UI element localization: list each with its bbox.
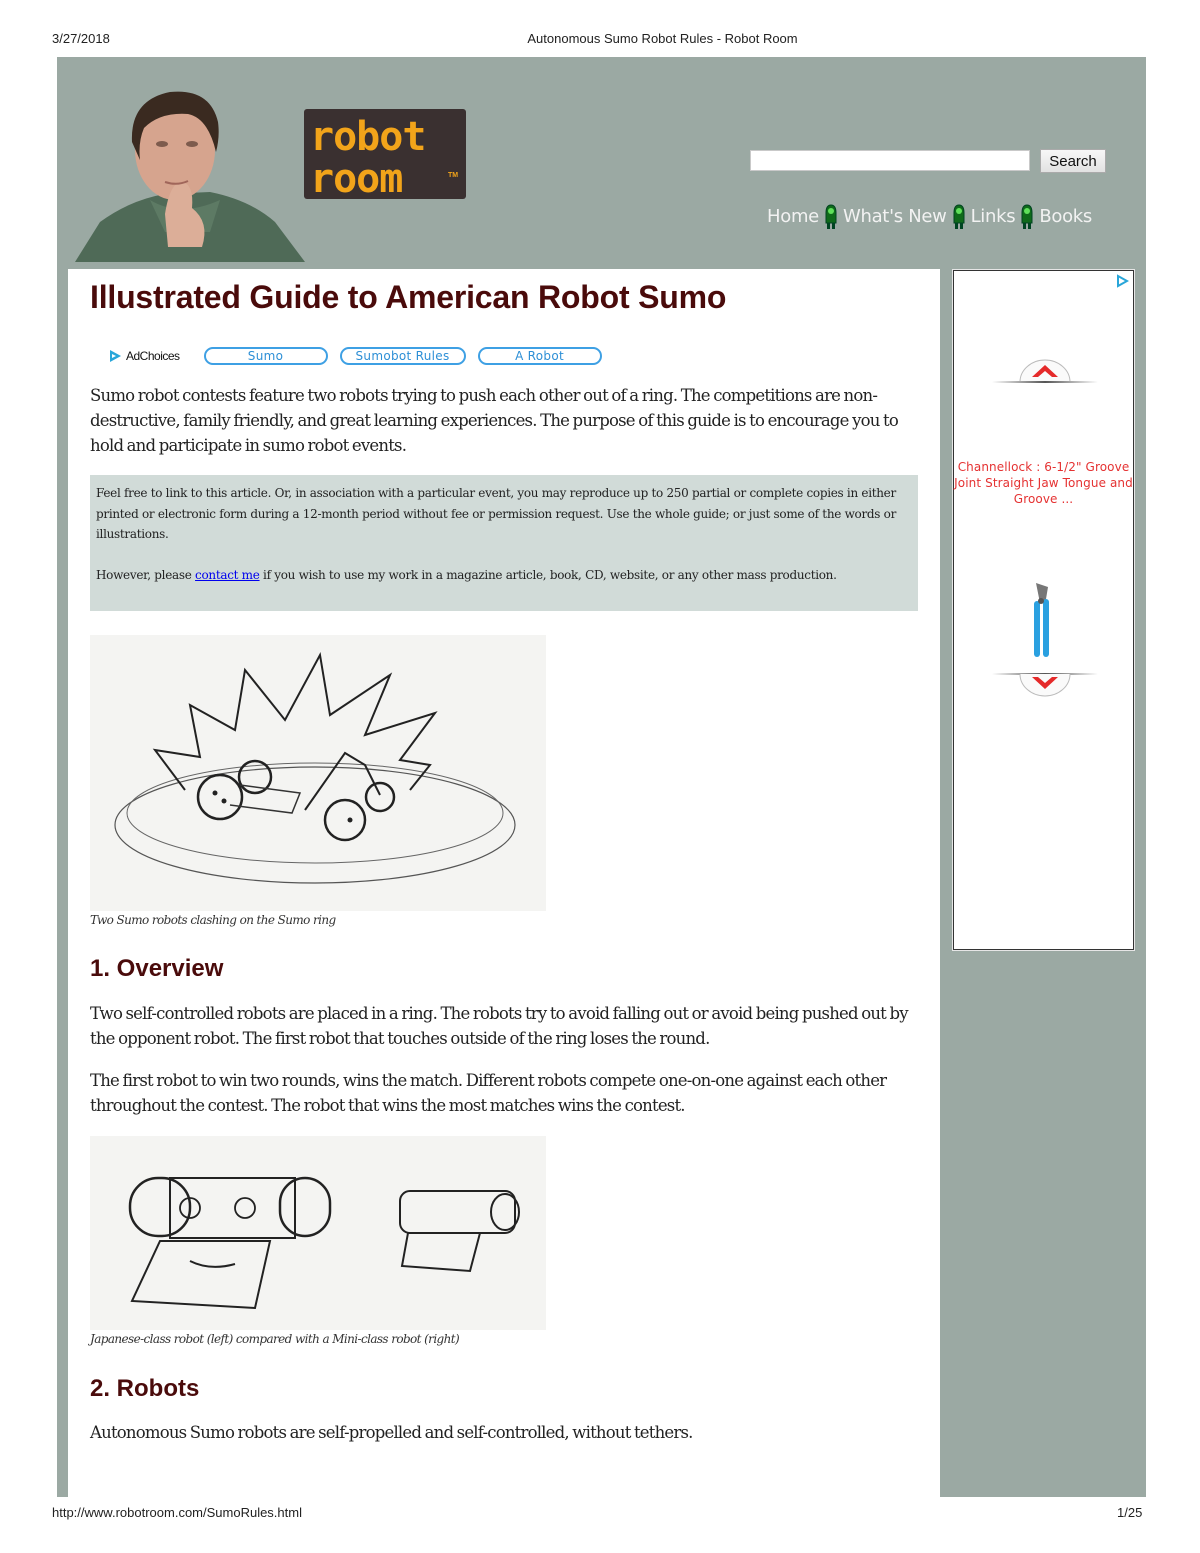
masthead: robot room TM Search Home What's New Lin…: [57, 57, 1146, 262]
contact-me-link[interactable]: contact me: [195, 568, 260, 582]
trademark: TM: [448, 172, 458, 179]
ad-product-title[interactable]: Channellock : 6-1/2" Groove Joint Straig…: [954, 459, 1133, 507]
adchoices-label: AdChoices: [126, 349, 180, 363]
nav-books[interactable]: Books: [1039, 206, 1092, 227]
green-led-icon: [953, 204, 965, 229]
adchoices-icon[interactable]: [1115, 274, 1129, 288]
page-title: Illustrated Guide to American Robot Sumo: [90, 279, 727, 315]
overview-paragraph-2: The first robot to win two rounds, wins …: [90, 1071, 887, 1115]
reproduction-notice: Feel free to link to this article. Or, i…: [90, 475, 918, 611]
robot-room-logo[interactable]: robot room TM: [302, 107, 472, 202]
robots-paragraph-1: Autonomous Sumo robots are self-propelle…: [90, 1423, 693, 1442]
green-led-icon: [1021, 204, 1033, 229]
author-portrait: [75, 91, 305, 262]
notice-paragraph-1: Feel free to link to this article. Or, i…: [96, 486, 897, 541]
ad-link-sumobot-rules[interactable]: Sumobot Rules: [339, 347, 466, 365]
chevron-down-icon[interactable]: [992, 673, 1098, 699]
overview-paragraph-1: Two self-controlled robots are placed in…: [90, 1004, 909, 1048]
notice-paragraph-2: However, please contact me if you wish t…: [96, 565, 912, 586]
section-heading-robots: 2. Robots: [90, 1375, 200, 1402]
sidebar-ad[interactable]: Channellock : 6-1/2" Groove Joint Straig…: [953, 270, 1134, 950]
ad-links-bar: AdChoices Sumo Sumobot Rules A Robot: [108, 347, 614, 365]
search-input[interactable]: [750, 150, 1030, 171]
notice-text: However, please: [96, 567, 196, 582]
search-button[interactable]: Search: [1040, 149, 1106, 173]
nav-links[interactable]: Links: [971, 206, 1016, 227]
print-title: Autonomous Sumo Robot Rules - Robot Room: [527, 31, 798, 46]
section-heading-overview: 1. Overview: [90, 955, 224, 982]
print-header: 3/27/2018 Autonomous Sumo Robot Rules - …: [0, 28, 1200, 48]
ad-link-sumo[interactable]: Sumo: [203, 347, 328, 365]
print-url: http://www.robotroom.com/SumoRules.html: [52, 1505, 302, 1520]
page-frame: robot room TM Search Home What's New Lin…: [57, 57, 1146, 1497]
sumo-clash-illustration: [90, 635, 546, 911]
top-nav: Home What's New Links Books: [767, 201, 1092, 231]
main-content: Illustrated Guide to American Robot Sumo…: [68, 269, 940, 1497]
intro-paragraph: Sumo robot contests feature two robots t…: [90, 386, 899, 455]
print-page-number: 1/25: [1117, 1505, 1143, 1520]
svg-text:room: room: [310, 156, 402, 202]
ad-link-a-robot[interactable]: A Robot: [477, 347, 602, 365]
robot-class-comparison-illustration: [90, 1136, 546, 1330]
adchoices-icon: [110, 350, 121, 362]
notice-text: if you wish to use my work in a magazine…: [259, 567, 837, 582]
logo-graphic: robot room TM: [304, 109, 466, 202]
adchoices[interactable]: AdChoices: [108, 349, 180, 363]
nav-whats-new[interactable]: What's New: [843, 206, 947, 227]
figure-caption: Japanese-class robot (left) compared wit…: [90, 1332, 460, 1346]
nav-home[interactable]: Home: [767, 206, 819, 227]
svg-text:robot: robot: [310, 114, 425, 160]
chevron-up-icon[interactable]: [992, 357, 1098, 383]
green-led-icon: [825, 204, 837, 229]
figure-caption: Two Sumo robots clashing on the Sumo rin…: [90, 913, 336, 927]
pliers-icon: [1034, 583, 1049, 657]
